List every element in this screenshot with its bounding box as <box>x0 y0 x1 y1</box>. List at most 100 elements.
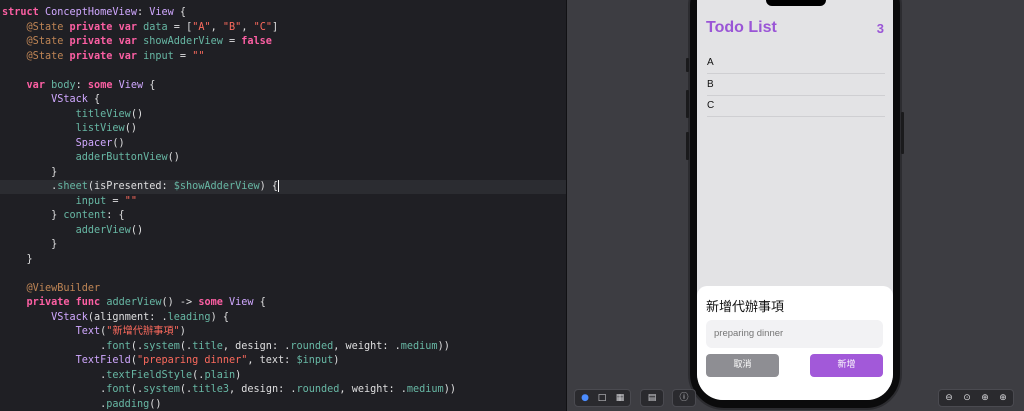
code-line[interactable]: } content: { <box>2 209 125 223</box>
code-line[interactable]: .font(.system(.title3, design: .rounded,… <box>2 383 456 397</box>
code-line[interactable]: VStack(alignment: .leading) { <box>2 311 229 325</box>
code-line[interactable]: VStack { <box>2 93 100 107</box>
code-token: } <box>2 166 58 178</box>
code-line[interactable]: @ViewBuilder <box>2 282 101 296</box>
code-token: adderView <box>106 297 162 308</box>
code-token: () <box>124 123 137 134</box>
code-token: , design: . <box>222 340 291 352</box>
code-token: $input <box>296 355 334 366</box>
zoom-out-icon[interactable]: ⊖ <box>944 393 954 403</box>
code-line[interactable]: .textFieldStyle(.plain) <box>2 369 241 383</box>
code-line[interactable]: @State private var input = "" <box>2 50 205 64</box>
code-token: "preparing dinner" <box>136 355 248 366</box>
todo-input-field[interactable] <box>706 320 883 348</box>
code-token: , <box>210 21 223 33</box>
code-token: leading <box>167 311 211 323</box>
code-line[interactable]: adderView() <box>2 224 143 238</box>
code-token: VStack <box>51 311 88 323</box>
code-token: View <box>229 297 254 308</box>
code-token: View <box>118 79 144 91</box>
code-token: (alignment: . <box>87 311 168 323</box>
code-token: plain <box>204 369 236 381</box>
code-token: { <box>173 7 187 18</box>
code-token: (. <box>179 384 193 395</box>
code-token: = <box>106 195 125 207</box>
zoom-actual-icon[interactable]: ⊕ <box>980 393 990 403</box>
code-token: var <box>118 36 137 47</box>
code-token: system <box>143 384 180 395</box>
code-token: View <box>149 7 174 18</box>
code-line[interactable]: .padding() <box>2 398 161 411</box>
code-token: , weight: . <box>339 384 407 395</box>
code-line[interactable]: @State private var showAdderView = false <box>2 35 272 49</box>
add-button[interactable]: 新增 <box>810 354 883 377</box>
code-line[interactable]: input = "" <box>2 195 137 209</box>
code-line[interactable]: private func adderView() -> some View { <box>2 296 266 310</box>
code-line[interactable]: titleView() <box>2 108 143 122</box>
device-settings-icon[interactable]: ▤ <box>647 393 657 403</box>
code-token: (. <box>130 340 144 352</box>
code-line[interactable]: .font(.system(.title, design: .rounded, … <box>2 340 450 354</box>
play-icon[interactable]: ● <box>580 393 590 403</box>
code-token: content <box>63 210 107 221</box>
todo-count: 3 <box>876 21 884 36</box>
code-token: (isPresented: <box>87 181 174 192</box>
code-token: some <box>87 79 113 91</box>
code-token: "C" <box>253 21 272 33</box>
code-line[interactable]: var body: some View { <box>2 79 156 93</box>
code-token: "新增代辦事項" <box>106 326 180 337</box>
phone-side-button-volume-up <box>686 90 689 118</box>
code-line[interactable]: } <box>2 253 33 267</box>
code-line[interactable]: listView() <box>2 122 137 136</box>
code-line[interactable]: Text("新增代辦事項") <box>2 325 186 339</box>
code-line[interactable]: } <box>2 238 57 252</box>
code-token: { <box>253 297 266 308</box>
code-line[interactable]: adderButtonView() <box>2 151 180 165</box>
code-line[interactable]: } <box>2 166 57 180</box>
cancel-button[interactable]: 取消 <box>706 354 779 377</box>
code-line[interactable]: .sheet(isPresented: $showAdderView) { <box>0 180 566 194</box>
select-icon[interactable]: □ <box>597 393 607 403</box>
zoom-fit-icon[interactable]: ⊙ <box>962 393 972 403</box>
code-token: input <box>143 50 174 62</box>
code-editor[interactable]: struct ConceptHomeView: View { @State pr… <box>0 0 566 411</box>
code-token: . <box>2 340 107 352</box>
code-line[interactable]: @State private var data = ["A", "B", "C"… <box>2 21 279 35</box>
code-token: . <box>2 398 107 410</box>
code-token: data <box>143 21 168 33</box>
code-line[interactable]: struct ConceptHomeView: View { <box>2 6 186 20</box>
phone-side-button-volume-down <box>686 132 689 160</box>
code-token: () <box>167 152 180 163</box>
code-token: title <box>192 340 223 352</box>
code-token: = <box>173 50 193 62</box>
phone-side-button-silent <box>686 58 689 72</box>
code-token: = [ <box>167 21 193 33</box>
code-line[interactable]: Spacer() <box>2 137 125 151</box>
code-line[interactable]: TextField("preparing dinner", text: $inp… <box>2 354 340 368</box>
code-token: Spacer <box>75 137 113 149</box>
code-token: ) { <box>259 181 279 192</box>
code-token: private <box>69 21 113 33</box>
code-token: $showAdderView <box>173 181 260 192</box>
zoom-in-icon[interactable]: ⊕ <box>998 393 1008 403</box>
list-item[interactable]: B <box>707 74 885 96</box>
code-token: rounded <box>290 340 334 352</box>
list-item-label: B <box>707 79 714 90</box>
list-item[interactable]: A <box>707 52 885 74</box>
list-item[interactable]: C <box>707 95 885 117</box>
code-token: "B" <box>222 21 242 33</box>
grid-icon[interactable]: ▦ <box>615 393 625 403</box>
code-token: () -> <box>161 297 199 308</box>
code-token: var <box>118 21 137 33</box>
code-token: } <box>2 253 33 265</box>
code-token: private <box>69 50 113 62</box>
text-cursor <box>278 180 280 192</box>
info-icon[interactable]: ⓘ <box>679 393 689 403</box>
code-token: , design: . <box>229 384 297 395</box>
